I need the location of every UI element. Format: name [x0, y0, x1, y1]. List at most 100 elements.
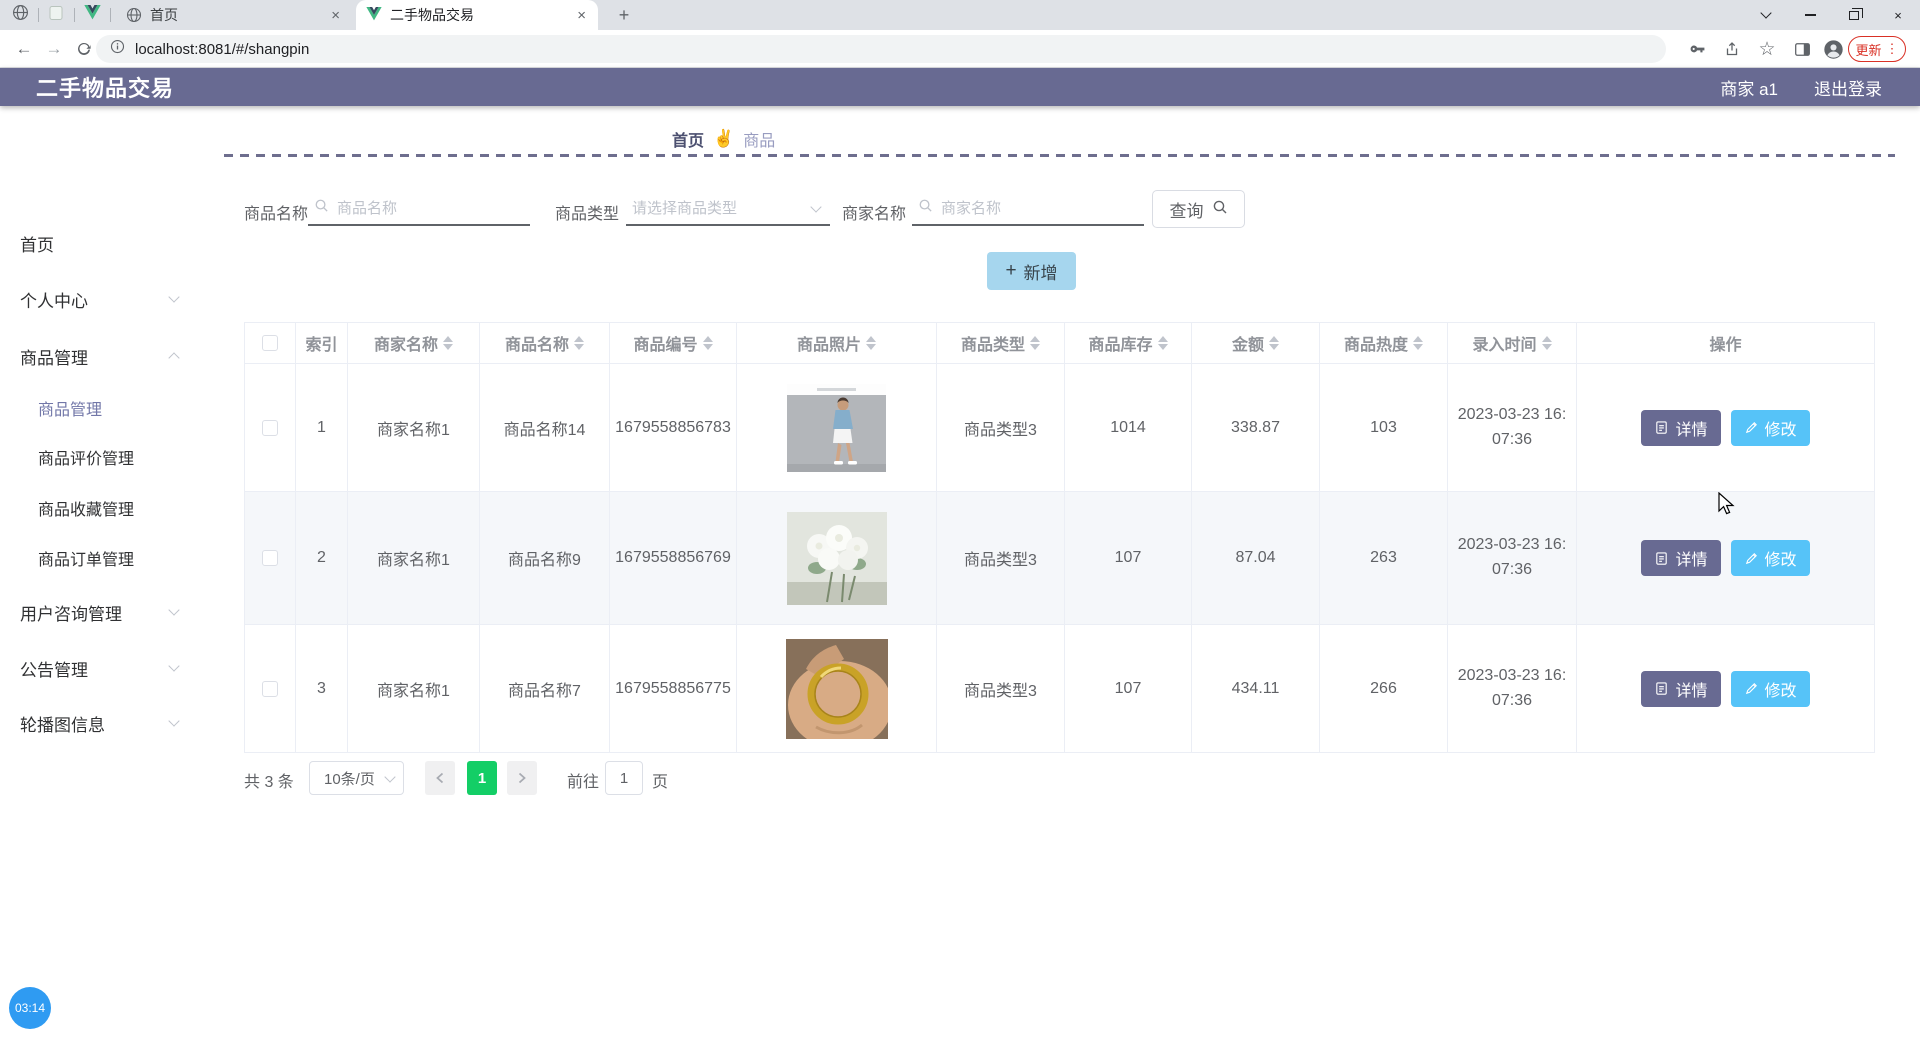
tab-home[interactable]: 首页 ×	[116, 0, 352, 30]
sidebar-item-personal-center[interactable]: 个人中心	[0, 285, 220, 313]
close-window-button[interactable]: ×	[1876, 0, 1920, 30]
goto-page-input[interactable]	[605, 761, 643, 795]
header-merchant[interactable]: 商家名称	[348, 323, 480, 363]
reload-icon	[76, 41, 92, 57]
product-type-select[interactable]	[632, 200, 824, 217]
sidebar-subitem-product-order-management[interactable]: 商品订单管理	[0, 544, 220, 572]
chevron-down-icon	[168, 291, 179, 302]
sort-carets-icon[interactable]	[1269, 336, 1279, 350]
detail-button[interactable]: 详情	[1641, 540, 1720, 576]
row-checkbox[interactable]	[262, 681, 278, 697]
minimize-button[interactable]	[1788, 0, 1832, 30]
victory-hand-icon: ✌	[713, 129, 734, 149]
side-panel-icon[interactable]	[1791, 38, 1813, 60]
sidebar-item-user-inquiry-management[interactable]: 用户咨询管理	[0, 598, 220, 626]
detail-button[interactable]: 详情	[1641, 410, 1720, 446]
edit-button[interactable]: 修改	[1731, 540, 1810, 576]
restore-icon	[1849, 11, 1859, 20]
next-page-button[interactable]	[507, 761, 537, 795]
chevron-left-icon	[435, 772, 445, 784]
sidebar-subitem-product-management[interactable]: 商品管理	[0, 394, 220, 422]
chrome-update-button[interactable]: 更新 ⋮	[1848, 36, 1906, 62]
product-name-input[interactable]	[337, 200, 524, 217]
sidebar-subitem-product-favorite-management[interactable]: 商品收藏管理	[0, 494, 220, 522]
header-product-code[interactable]: 商品编号	[610, 323, 737, 363]
search-button[interactable]: 查询	[1152, 190, 1245, 228]
header-stock[interactable]: 商品库存	[1065, 323, 1192, 363]
share-icon[interactable]	[1721, 38, 1743, 60]
sidebar-item-carousel-info[interactable]: 轮播图信息	[0, 709, 220, 737]
close-icon[interactable]: ×	[329, 8, 342, 23]
sort-carets-icon[interactable]	[574, 336, 584, 350]
sidebar-item-product-management[interactable]: 商品管理	[0, 342, 220, 370]
total-count: 共 3 条	[244, 768, 294, 792]
sidebar-item-announcement-management[interactable]: 公告管理	[0, 654, 220, 682]
omnibox[interactable]: localhost:8081/#/shangpin	[96, 35, 1666, 63]
pinned-tab-vue[interactable]	[80, 4, 104, 26]
filter-type-select[interactable]	[626, 192, 830, 226]
sidebar-item-home[interactable]: 首页	[0, 229, 220, 257]
pinned-tab-globe[interactable]	[8, 4, 32, 26]
header-product-photo[interactable]: 商品照片	[737, 323, 937, 363]
sort-carets-icon[interactable]	[1542, 336, 1552, 350]
sidebar: 首页 个人中心 商品管理 商品管理 商品评价管理 商品收藏管理 商品订单管理 用…	[0, 106, 220, 1038]
header-amount[interactable]: 金额	[1192, 323, 1320, 363]
globe-icon	[126, 7, 142, 23]
sort-carets-icon[interactable]	[703, 336, 713, 350]
document-icon	[1654, 551, 1669, 566]
merchant-name-input[interactable]	[941, 200, 1138, 217]
detail-button[interactable]: 详情	[1641, 671, 1720, 707]
filter-merchant-label: 商家名称	[842, 200, 906, 224]
page-number-active[interactable]: 1	[467, 761, 497, 795]
sort-carets-icon[interactable]	[1030, 336, 1040, 350]
row-checkbox[interactable]	[262, 420, 278, 436]
tab-search-button[interactable]	[1744, 0, 1788, 30]
forward-button[interactable]: →	[42, 37, 66, 61]
pen-icon	[1744, 420, 1759, 435]
sort-carets-icon[interactable]	[866, 336, 876, 350]
pinned-tab-page[interactable]	[44, 4, 68, 26]
cell-heat: 266	[1320, 625, 1448, 752]
header-entry-time[interactable]: 录入时间	[1448, 323, 1577, 363]
logout-link[interactable]: 退出登录	[1814, 75, 1882, 100]
header-heat[interactable]: 商品热度	[1320, 323, 1448, 363]
cell-product-type: 商品类型3	[937, 492, 1065, 624]
breadcrumb: 首页 ✌ 商品	[672, 127, 775, 151]
header-product-name[interactable]: 商品名称	[480, 323, 610, 363]
tab-separator	[110, 8, 111, 22]
reload-button[interactable]	[72, 37, 96, 61]
chevron-down-icon	[384, 771, 395, 782]
header-select-all[interactable]	[245, 323, 296, 363]
header-product-type[interactable]: 商品类型	[937, 323, 1065, 363]
checkbox[interactable]	[262, 335, 278, 351]
edit-button[interactable]: 修改	[1731, 410, 1810, 446]
sort-carets-icon[interactable]	[443, 336, 453, 350]
profile-avatar-icon[interactable]	[1822, 38, 1844, 60]
sort-carets-icon[interactable]	[1158, 336, 1168, 350]
recorder-timer-badge[interactable]: 03:14	[9, 987, 51, 1029]
new-tab-button[interactable]: +	[612, 3, 636, 27]
sort-carets-icon[interactable]	[1413, 336, 1423, 350]
back-button[interactable]: ←	[12, 37, 36, 61]
restore-button[interactable]	[1832, 0, 1876, 30]
bookmark-star-icon[interactable]: ☆	[1756, 38, 1778, 60]
page-size-select[interactable]: 10条/页	[309, 761, 404, 795]
cell-amount: 434.11	[1192, 625, 1320, 752]
prev-page-button[interactable]	[425, 761, 455, 795]
row-checkbox[interactable]	[262, 550, 278, 566]
password-key-icon[interactable]	[1686, 38, 1708, 60]
add-button[interactable]: + 新增	[987, 252, 1076, 290]
breadcrumb-home[interactable]: 首页	[672, 127, 704, 151]
browser-address-bar: ← → localhost:8081/#/shangpin ☆ 更新 ⋮	[0, 30, 1920, 68]
tab-shangpin-active[interactable]: 二手物品交易 ×	[356, 0, 598, 30]
filter-name-field[interactable]	[308, 192, 530, 226]
table-header-row: 索引 商家名称 商品名称 商品编号 商品照片 商品类型 商品库存 金额 商品热度…	[245, 323, 1874, 364]
product-table: 索引 商家名称 商品名称 商品编号 商品照片 商品类型 商品库存 金额 商品热度…	[244, 322, 1875, 753]
cell-product-type: 商品类型3	[937, 625, 1065, 752]
filter-merchant-field[interactable]	[912, 192, 1144, 226]
sidebar-subitem-product-review-management[interactable]: 商品评价管理	[0, 443, 220, 471]
search-icon	[314, 198, 329, 218]
close-icon[interactable]: ×	[575, 8, 588, 23]
info-icon	[110, 39, 125, 59]
edit-button[interactable]: 修改	[1731, 671, 1810, 707]
